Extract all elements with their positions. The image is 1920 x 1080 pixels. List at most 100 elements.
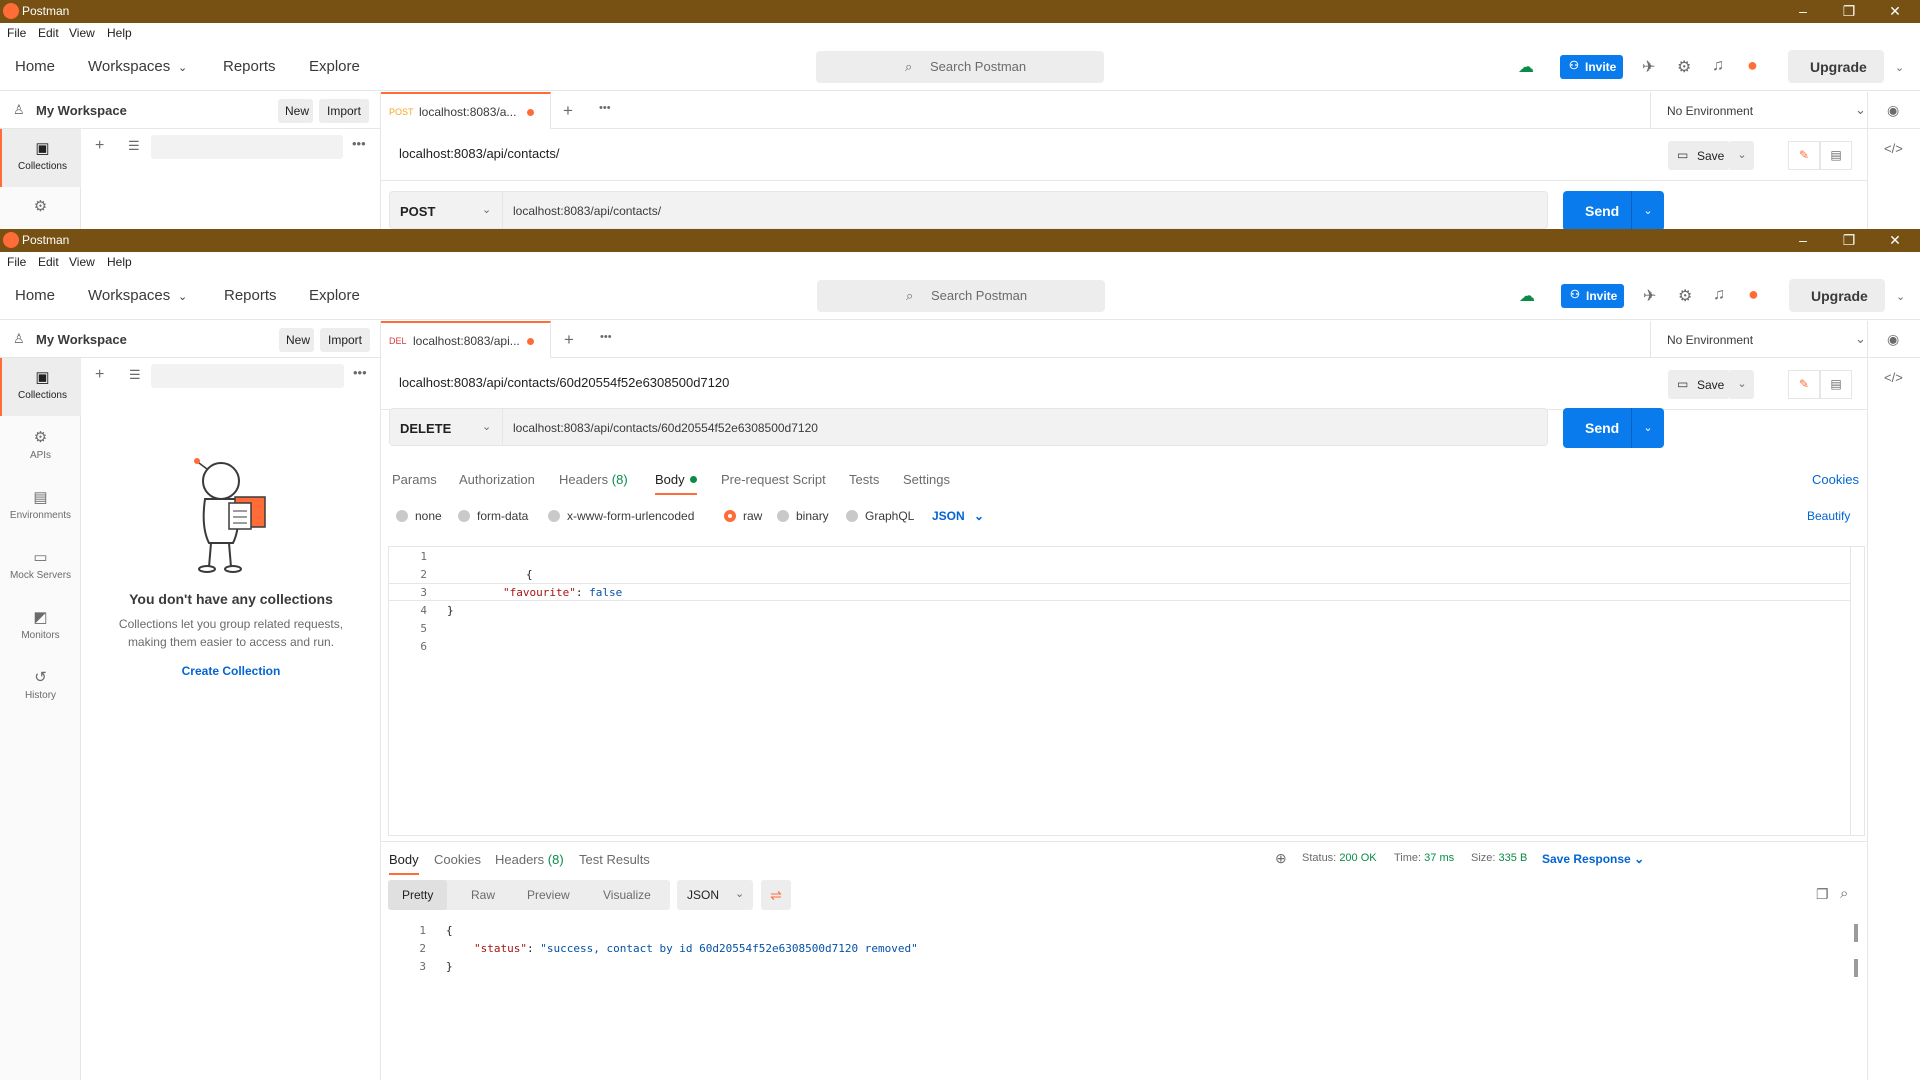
- sync-cloud-icon[interactable]: ☁: [1518, 57, 1534, 77]
- satellite-icon[interactable]: ✈: [1643, 286, 1656, 306]
- send-dropdown-icon[interactable]: ⌄: [1631, 191, 1664, 229]
- menu-view[interactable]: View: [69, 255, 95, 269]
- add-icon[interactable]: +: [95, 137, 104, 155]
- comment-icon[interactable]: ▤: [1820, 141, 1852, 170]
- save-dropdown[interactable]: ⌄: [1730, 141, 1754, 170]
- workspace-name[interactable]: My Workspace: [36, 103, 127, 118]
- save-response-button[interactable]: Save Response ⌄: [1542, 852, 1644, 866]
- sidebar-item-monitors[interactable]: ◩ Monitors: [0, 598, 81, 656]
- import-button[interactable]: Import: [320, 328, 370, 352]
- create-collection-link[interactable]: Create Collection: [81, 664, 381, 678]
- copy-icon[interactable]: ❐: [1816, 886, 1829, 903]
- url-input[interactable]: localhost:8083/api/contacts/: [503, 191, 1548, 229]
- filter-input[interactable]: [151, 135, 343, 159]
- settings-icon[interactable]: ⚙: [1677, 57, 1691, 77]
- filter-icon[interactable]: ☰: [128, 138, 140, 154]
- chevron-down-icon[interactable]: ⌄: [178, 61, 187, 74]
- upgrade-button[interactable]: Upgrade: [1788, 50, 1884, 83]
- request-name[interactable]: localhost:8083/api/contacts/: [399, 146, 559, 161]
- sidebar-item-apis[interactable]: ⚙ APIs: [0, 418, 81, 476]
- bell-icon[interactable]: ♫: [1712, 57, 1724, 75]
- request-tab[interactable]: DEL localhost:8083/api...: [381, 321, 551, 358]
- satellite-icon[interactable]: ✈: [1642, 57, 1655, 77]
- search-input[interactable]: ⌕ Search Postman: [816, 51, 1104, 83]
- radio-binary[interactable]: binary: [777, 509, 829, 523]
- tab-options-icon[interactable]: •••: [599, 102, 611, 114]
- new-button[interactable]: New: [278, 99, 313, 123]
- tab-body[interactable]: Body: [655, 472, 697, 495]
- raw-format-select[interactable]: JSON ⌄: [932, 509, 984, 523]
- nav-home[interactable]: Home: [15, 58, 55, 75]
- response-format-select[interactable]: JSON ⌄: [677, 880, 753, 910]
- nav-home[interactable]: Home: [15, 287, 55, 304]
- restore-icon[interactable]: ❐: [1826, 0, 1872, 23]
- save-button[interactable]: ▭ Save: [1668, 141, 1730, 170]
- tab-tests[interactable]: Tests: [849, 472, 879, 487]
- menu-file[interactable]: File: [7, 26, 26, 40]
- response-scrollbar-thumb[interactable]: [1854, 959, 1858, 977]
- filter-icon[interactable]: ☰: [129, 367, 141, 383]
- save-dropdown[interactable]: ⌄: [1730, 370, 1754, 399]
- body-editor[interactable]: 1 2 3 4 5 6 { "favourite": false }: [388, 546, 1865, 836]
- nav-reports[interactable]: Reports: [223, 58, 276, 75]
- environment-selector[interactable]: No Environment ⌄: [1650, 321, 1880, 358]
- more-icon[interactable]: •••: [353, 365, 367, 380]
- radio-urlencoded[interactable]: x-www-form-urlencoded: [548, 509, 694, 523]
- upgrade-button[interactable]: Upgrade: [1789, 279, 1885, 312]
- new-tab-icon[interactable]: +: [564, 330, 574, 350]
- add-icon[interactable]: +: [95, 366, 104, 384]
- sidebar-item-history[interactable]: ↺ History: [0, 658, 81, 716]
- sidebar-item-collections[interactable]: ▣ Collections: [0, 129, 81, 187]
- sidebar-item-environments[interactable]: ▤ Environments: [0, 478, 81, 536]
- code-icon[interactable]: </>: [1884, 141, 1903, 156]
- more-icon[interactable]: •••: [352, 136, 366, 151]
- search-input[interactable]: ⌕ Search Postman: [817, 280, 1105, 312]
- response-tab-cookies[interactable]: Cookies: [434, 852, 481, 867]
- code-icon[interactable]: </>: [1884, 370, 1903, 385]
- minimize-icon[interactable]: –: [1780, 0, 1826, 23]
- nav-explore[interactable]: Explore: [309, 58, 360, 75]
- send-button[interactable]: Send ⌄: [1563, 191, 1664, 229]
- sidebar-item-mock-servers[interactable]: ▭ Mock Servers: [0, 538, 81, 596]
- menu-help[interactable]: Help: [107, 255, 132, 269]
- tab-pre-request-script[interactable]: Pre-request Script: [721, 472, 826, 487]
- nav-explore[interactable]: Explore: [309, 287, 360, 304]
- view-visualize[interactable]: Visualize: [603, 888, 651, 902]
- cookies-link[interactable]: Cookies: [1812, 472, 1859, 487]
- chevron-down-icon[interactable]: ⌄: [178, 290, 187, 303]
- method-select[interactable]: POST ⌄: [389, 191, 503, 229]
- sync-cloud-icon[interactable]: ☁: [1519, 286, 1535, 306]
- radio-form-data[interactable]: form-data: [458, 509, 528, 523]
- radio-none[interactable]: none: [396, 509, 442, 523]
- close-icon[interactable]: ✕: [1872, 229, 1918, 252]
- response-tab-test-results[interactable]: Test Results: [579, 852, 650, 867]
- new-tab-icon[interactable]: +: [563, 101, 573, 121]
- bell-icon[interactable]: ♫: [1713, 286, 1725, 304]
- tab-headers[interactable]: Headers (8): [559, 472, 628, 487]
- avatar[interactable]: ●: [1747, 55, 1758, 76]
- send-button[interactable]: Send ⌄: [1563, 408, 1664, 448]
- radio-graphql[interactable]: GraphQL: [846, 509, 914, 523]
- radio-raw[interactable]: raw: [724, 509, 762, 523]
- avatar[interactable]: ●: [1748, 284, 1759, 305]
- globe-icon[interactable]: ⊕: [1275, 850, 1287, 867]
- edit-icon[interactable]: ✎: [1788, 141, 1820, 170]
- menu-help[interactable]: Help: [107, 26, 132, 40]
- menu-edit[interactable]: Edit: [38, 26, 59, 40]
- tab-authorization[interactable]: Authorization: [459, 472, 535, 487]
- settings-icon[interactable]: ⚙: [1678, 286, 1692, 306]
- response-tab-headers[interactable]: Headers (8): [495, 852, 564, 867]
- view-pretty[interactable]: Pretty: [388, 880, 448, 910]
- request-name[interactable]: localhost:8083/api/contacts/60d20554f52e…: [399, 375, 729, 390]
- view-preview[interactable]: Preview: [527, 888, 570, 902]
- invite-button[interactable]: ⚇ Invite: [1561, 284, 1624, 308]
- filter-input[interactable]: [151, 364, 344, 388]
- tab-settings[interactable]: Settings: [903, 472, 950, 487]
- new-button[interactable]: New: [279, 328, 314, 352]
- sidebar-item-collections[interactable]: ▣ Collections: [0, 358, 81, 416]
- view-raw[interactable]: Raw: [471, 888, 495, 902]
- close-icon[interactable]: ✕: [1872, 0, 1918, 23]
- response-tab-body[interactable]: Body: [389, 852, 419, 875]
- request-tab[interactable]: POST localhost:8083/a...: [381, 92, 551, 129]
- workspace-name[interactable]: My Workspace: [36, 332, 127, 347]
